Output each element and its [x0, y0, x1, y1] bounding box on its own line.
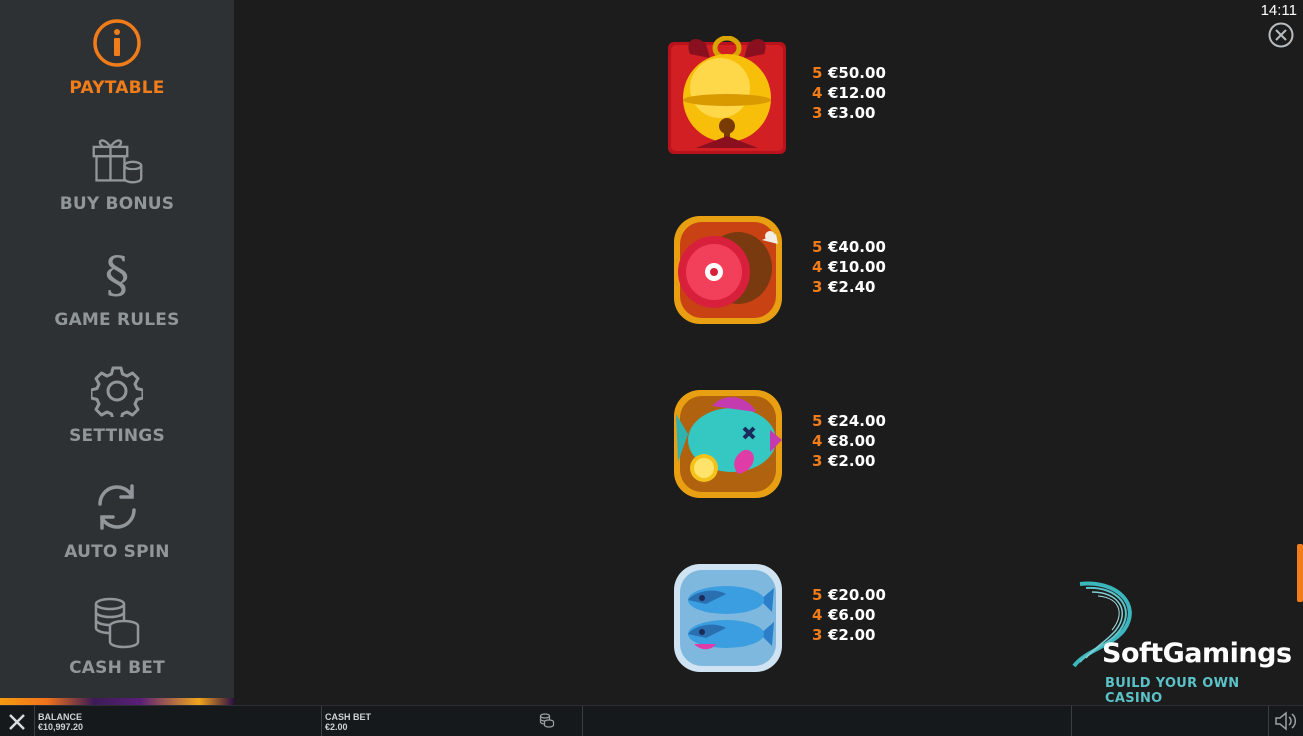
payout-line: 3 €3.00	[812, 103, 886, 123]
payout-amount: €10.00	[828, 258, 886, 276]
payout-line: 5 €20.00	[812, 585, 886, 605]
gear-icon	[90, 364, 144, 418]
logo-name: SoftGamings	[1102, 638, 1292, 669]
sidebar-item-label: BUY BONUS	[59, 194, 175, 214]
payout-line: 4 €6.00	[812, 605, 886, 625]
two-fish-icon	[666, 558, 788, 680]
payout-list: 5 €20.00 4 €6.00 3 €2.00	[812, 585, 886, 645]
payout-amount: €40.00	[828, 238, 886, 256]
payout-count: 4	[812, 432, 823, 450]
payout-count: 3	[812, 452, 823, 470]
close-icon[interactable]	[8, 713, 26, 731]
sidebar-menu: PAYTABLE BUY BONUS § GAME RULES SETTINGS…	[0, 0, 234, 698]
paytable-row: 5 €50.00 4 €12.00 3 €3.00	[666, 35, 906, 166]
payout-amount: €3.00	[828, 104, 876, 122]
section-sign-icon: §	[104, 246, 130, 304]
payout-count: 4	[812, 84, 823, 102]
softgamings-logo: SoftGamings BUILD YOUR OWN CASINO	[1072, 580, 1297, 706]
divider	[582, 706, 583, 736]
payout-amount: €12.00	[828, 84, 886, 102]
payout-list: 5 €24.00 4 €8.00 3 €2.00	[812, 411, 886, 471]
fish-icon	[666, 384, 788, 506]
logo-tagline: BUILD YOUR OWN CASINO	[1105, 676, 1240, 706]
payout-count: 3	[812, 278, 823, 296]
payout-line: 3 €2.00	[812, 451, 886, 471]
paytable-row: 5 €40.00 4 €10.00 3 €2.40	[666, 210, 906, 340]
divider	[1268, 706, 1269, 736]
divider	[34, 706, 35, 736]
sidebar-item-buy-bonus[interactable]: BUY BONUS	[0, 116, 234, 232]
payout-line: 4 €10.00	[812, 257, 886, 277]
payout-line: 5 €50.00	[812, 63, 886, 83]
sidebar-item-paytable[interactable]: PAYTABLE	[0, 0, 234, 116]
payout-amount: €8.00	[828, 432, 876, 450]
payout-count: 5	[812, 586, 823, 604]
cash-bet-value: €2.00	[325, 722, 348, 732]
sidebar-item-label: GAME RULES	[54, 310, 180, 330]
paytable-row: 5 €20.00 4 €6.00 3 €2.00	[666, 558, 906, 688]
cash-bet-label: CASH BET	[325, 712, 372, 722]
payout-count: 5	[812, 64, 823, 82]
sidebar-item-label: PAYTABLE	[69, 78, 165, 98]
game-preview-strip	[0, 698, 234, 705]
payout-count: 4	[812, 258, 823, 276]
payout-amount: €2.00	[828, 626, 876, 644]
payout-line: 4 €8.00	[812, 431, 886, 451]
payout-count: 4	[812, 606, 823, 624]
divider	[1071, 706, 1072, 736]
sidebar-item-settings[interactable]: SETTINGS	[0, 348, 234, 464]
speaker-icon[interactable]	[1274, 711, 1298, 731]
payout-amount: €50.00	[828, 64, 886, 82]
payout-amount: €2.00	[828, 452, 876, 470]
gift-coins-icon	[90, 132, 144, 186]
bottom-bar: BALANCE €10,997.20 CASH BET €2.00	[0, 705, 1303, 736]
sidebar-item-label: AUTO SPIN	[64, 542, 170, 562]
payout-list: 5 €40.00 4 €10.00 3 €2.40	[812, 237, 886, 297]
sidebar-item-label: SETTINGS	[69, 426, 165, 446]
balance-label: BALANCE	[38, 712, 82, 722]
sidebar-item-game-rules[interactable]: § GAME RULES	[0, 232, 234, 348]
clock: 14:11	[1260, 2, 1297, 19]
payout-count: 3	[812, 104, 823, 122]
payout-count: 3	[812, 626, 823, 644]
balance-value: €10,997.20	[38, 722, 84, 732]
payout-line: 5 €24.00	[812, 411, 886, 431]
payout-line: 4 €12.00	[812, 83, 886, 103]
payout-amount: €6.00	[828, 606, 876, 624]
sidebar-item-cash-bet[interactable]: CASH BET	[0, 580, 234, 696]
payout-count: 5	[812, 238, 823, 256]
bell-icon	[666, 35, 788, 158]
coin-stack-icon[interactable]	[539, 713, 555, 729]
coin-stack-icon	[90, 596, 144, 650]
sidebar-item-auto-spin[interactable]: AUTO SPIN	[0, 464, 234, 580]
divider	[321, 706, 322, 736]
sidebar-item-label: CASH BET	[69, 658, 165, 678]
payout-count: 5	[812, 412, 823, 430]
close-icon[interactable]	[1268, 22, 1294, 48]
payout-amount: €20.00	[828, 586, 886, 604]
payout-amount: €2.40	[828, 278, 876, 296]
payout-list: 5 €50.00 4 €12.00 3 €3.00	[812, 63, 886, 123]
refresh-icon	[90, 480, 144, 534]
payout-line: 3 €2.00	[812, 625, 886, 645]
payout-line: 5 €40.00	[812, 237, 886, 257]
info-icon	[90, 16, 144, 70]
payout-line: 3 €2.40	[812, 277, 886, 297]
payout-amount: €24.00	[828, 412, 886, 430]
scrollbar-thumb[interactable]	[1297, 544, 1303, 602]
paytable-row: 5 €24.00 4 €8.00 3 €2.00	[666, 384, 906, 514]
ham-icon	[666, 210, 788, 332]
